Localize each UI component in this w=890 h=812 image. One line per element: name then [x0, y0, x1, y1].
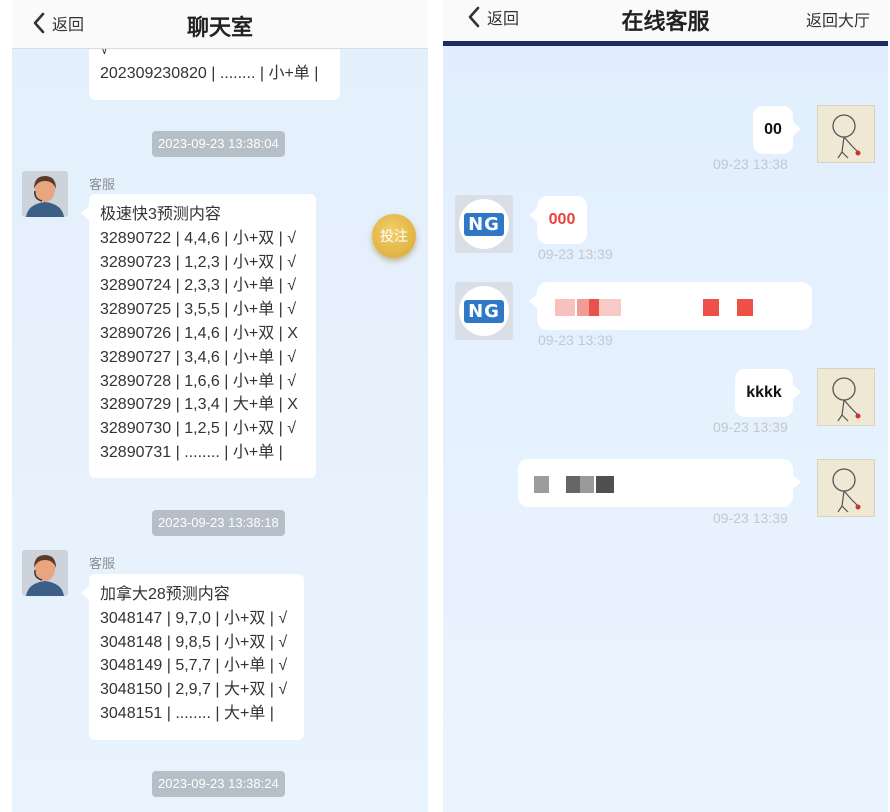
message-time: 09-23 13:39 — [538, 332, 613, 348]
message-line: 3048147 | 9,7,0 | 小+双 | √ — [100, 609, 288, 627]
timestamp-badge: 2023-09-23 13:38:18 — [152, 510, 285, 536]
message-time: 09-23 13:39 — [713, 419, 788, 435]
message-time: 09-23 13:38 — [713, 156, 788, 172]
chatroom-screen: √ 202309230820 | ........ | 小+单 | 返回 聊天室… — [12, 0, 428, 812]
chatroom-header: 返回 聊天室 — [12, 0, 428, 49]
message-line: 32890726 | 1,4,6 | 小+双 | X — [100, 324, 298, 342]
message-line: 3048150 | 2,9,7 | 大+双 | √ — [100, 681, 288, 699]
message-line: 32890725 | 3,5,5 | 小+单 | √ — [100, 301, 297, 319]
message-line: 3048151 | ........ | 大+单 | — [100, 704, 274, 722]
user-avatar — [817, 459, 875, 517]
message-bubble: 00 — [753, 106, 801, 154]
ng-avatar: NG — [455, 195, 513, 253]
return-hall-link[interactable]: 返回大厅 — [806, 7, 870, 31]
message-text: kkkk — [746, 384, 782, 401]
message-bubble: kkkk — [735, 369, 801, 417]
message-bubble: 000 — [529, 196, 587, 244]
ng-logo-text: NG — [464, 299, 504, 323]
ng-logo: NG — [459, 286, 509, 336]
message-time: 09-23 13:39 — [713, 510, 788, 526]
message-line: 3048148 | 9,8,5 | 小+双 | √ — [100, 633, 288, 651]
customer-service-avatar — [22, 550, 68, 596]
ng-logo: NG — [459, 199, 509, 249]
message-line: 3048149 | 5,7,7 | 小+单 | √ — [100, 657, 288, 675]
timestamp-badge: 2023-09-23 13:38:24 — [152, 771, 285, 797]
message-text: 00 — [764, 121, 782, 138]
message-line: 32890731 | ........ | 小+单 | — [100, 443, 283, 461]
message-line: 32890727 | 3,4,6 | 小+单 | √ — [100, 348, 297, 366]
timestamp-badge: 2023-09-23 13:38:04 — [152, 131, 285, 157]
message-bubble — [518, 459, 801, 507]
page-title: 聊天室 — [186, 16, 253, 41]
user-avatar — [817, 368, 875, 426]
message-line: 32890722 | 4,4,6 | 小+双 | √ — [100, 229, 297, 247]
customer-service-avatar — [22, 171, 68, 217]
message-bubble: 加拿大28预测内容 3048147 | 9,7,0 | 小+双 | √ 3048… — [81, 574, 304, 740]
message-line: 极速快3预测内容 — [100, 206, 221, 223]
message-text: 000 — [548, 211, 576, 228]
bet-button[interactable]: 投注 — [372, 214, 416, 258]
message-line: 202309230820 | ........ | 小+单 | — [100, 64, 319, 82]
sender-name: 客服 — [89, 556, 116, 571]
message-line: 加拿大28预测内容 — [100, 586, 230, 603]
message-bubble: 极速快3预测内容 32890722 | 4,4,6 | 小+双 | √ 3289… — [81, 194, 316, 478]
message-line: 32890729 | 1,3,4 | 大+单 | X — [100, 396, 298, 414]
message-line: 32890730 | 1,2,5 | 小+双 | √ — [100, 420, 297, 438]
message-line: 32890724 | 2,3,3 | 小+单 | √ — [100, 277, 297, 295]
ng-logo-text: NG — [464, 212, 504, 236]
user-avatar — [817, 105, 875, 163]
customer-service-header: 返回 在线客服 返回大厅 — [443, 0, 888, 46]
message-time: 09-23 13:39 — [538, 246, 613, 262]
message-line: 32890723 | 1,2,3 | 小+双 | √ — [100, 253, 297, 271]
message-bubble — [529, 282, 812, 330]
sender-name: 客服 — [89, 177, 116, 192]
ng-avatar: NG — [455, 282, 513, 340]
customer-service-screen: 返回 在线客服 返回大厅 00 09-23 13:38 NG 000 09-23… — [443, 0, 888, 812]
message-line: 32890728 | 1,6,6 | 小+单 | √ — [100, 372, 297, 390]
